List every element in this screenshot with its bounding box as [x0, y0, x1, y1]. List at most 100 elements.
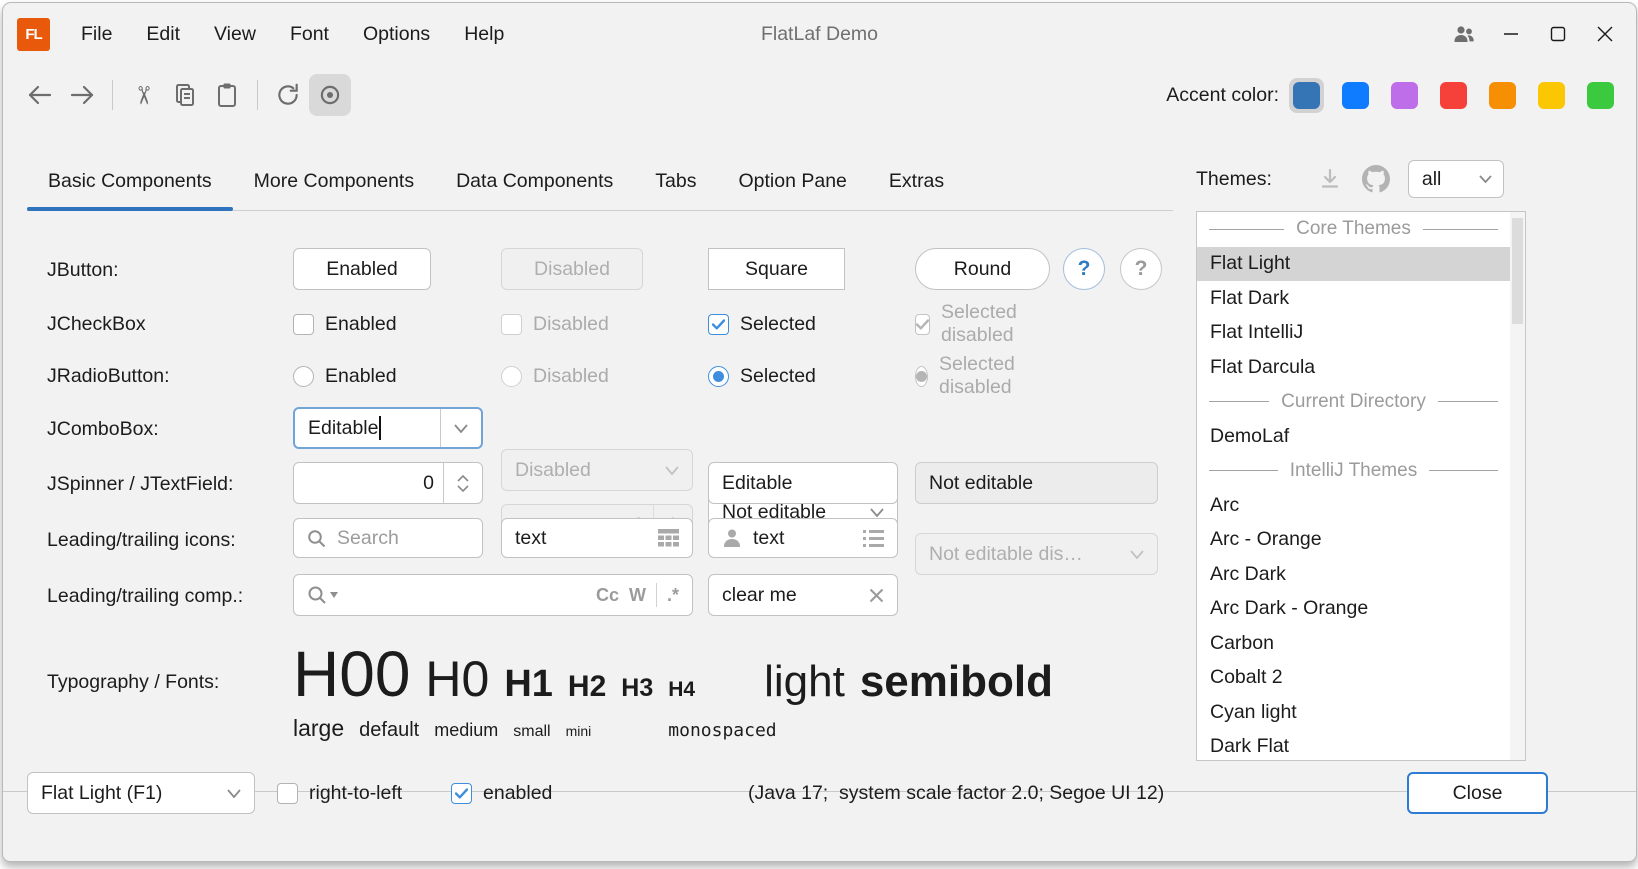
- themes-label: Themes:: [1196, 168, 1272, 191]
- radio-label: Selected disabled: [939, 353, 1023, 399]
- square-button[interactable]: Square: [708, 248, 845, 290]
- checkbox-label: Disabled: [533, 313, 609, 336]
- download-themes-button[interactable]: [1318, 167, 1342, 191]
- text-field-calendar[interactable]: text: [501, 518, 693, 558]
- checkbox-checked-icon[interactable]: [451, 783, 472, 804]
- textfield-value: Not editable: [929, 472, 1033, 495]
- textfield-value: text: [753, 527, 784, 550]
- tab-more-components[interactable]: More Components: [233, 154, 435, 210]
- regex-button[interactable]: .*: [667, 585, 679, 606]
- accent-swatch[interactable]: [1587, 82, 1614, 109]
- theme-item-flat-dark[interactable]: Flat Dark: [1197, 281, 1510, 316]
- search-field-with-options[interactable]: Cc W .*: [293, 574, 693, 616]
- theme-item-arc-dark[interactable]: Arc Dark: [1197, 557, 1510, 592]
- clear-icon[interactable]: [869, 588, 884, 603]
- toolbar-separator: [112, 80, 113, 110]
- search-field[interactable]: Search: [293, 518, 483, 558]
- paste-button[interactable]: [206, 74, 248, 116]
- minimize-button[interactable]: [1487, 13, 1534, 55]
- accent-swatch[interactable]: [1293, 82, 1320, 109]
- theme-item-dark-flat[interactable]: Dark Flat: [1197, 730, 1510, 762]
- theme-item-flat-darcula[interactable]: Flat Darcula: [1197, 350, 1510, 385]
- round-button[interactable]: Round: [915, 248, 1050, 290]
- spinner[interactable]: 0: [293, 462, 483, 504]
- laf-combobox[interactable]: Flat Light (F1): [27, 772, 255, 814]
- menu-view[interactable]: View: [197, 3, 273, 65]
- text-field-person[interactable]: text: [708, 518, 898, 558]
- tab-extras[interactable]: Extras: [868, 154, 965, 210]
- forward-button[interactable]: [61, 74, 103, 116]
- accent-swatch[interactable]: [1440, 82, 1467, 109]
- help-button[interactable]: ?: [1063, 248, 1105, 290]
- github-link-button[interactable]: [1362, 165, 1390, 193]
- radio-enabled[interactable]: Enabled: [293, 361, 397, 391]
- show-hidden-toggle[interactable]: [309, 74, 351, 116]
- enabled-checkbox[interactable]: enabled: [451, 778, 552, 808]
- combobox-editable[interactable]: Editable: [293, 407, 483, 449]
- app-window: FL File Edit View Font Options Help Flat…: [2, 2, 1637, 862]
- list-icon[interactable]: [863, 530, 884, 547]
- accent-swatch[interactable]: [1489, 82, 1516, 109]
- accent-swatch-selected[interactable]: [1289, 78, 1324, 113]
- checkbox-enabled[interactable]: Enabled: [293, 309, 397, 339]
- theme-item-flat-intellij[interactable]: Flat IntelliJ: [1197, 316, 1510, 351]
- clearable-field[interactable]: clear me: [708, 574, 898, 616]
- textfield-editable[interactable]: Editable: [708, 462, 898, 504]
- theme-item-arc-orange[interactable]: Arc - Orange: [1197, 523, 1510, 558]
- whole-words-button[interactable]: W: [629, 585, 646, 606]
- chevron-down-icon: [454, 424, 468, 433]
- theme-item-arc[interactable]: Arc: [1197, 488, 1510, 523]
- calendar-icon[interactable]: [658, 529, 679, 548]
- rtl-checkbox[interactable]: right-to-left: [277, 778, 402, 808]
- radio-selected[interactable]: Selected: [708, 361, 816, 391]
- menu-edit[interactable]: Edit: [129, 3, 197, 65]
- tab-basic-components[interactable]: Basic Components: [27, 154, 233, 210]
- checkbox-icon: [501, 314, 522, 335]
- checkbox-icon[interactable]: [277, 783, 298, 804]
- menu-file[interactable]: File: [64, 3, 129, 65]
- tab-data-components[interactable]: Data Components: [435, 154, 634, 210]
- accent-swatch[interactable]: [1391, 82, 1418, 109]
- theme-item-demolaf[interactable]: DemoLaf: [1197, 419, 1510, 454]
- refresh-button[interactable]: [267, 74, 309, 116]
- accent-swatch[interactable]: [1538, 82, 1565, 109]
- cut-button[interactable]: ✂: [122, 74, 164, 116]
- radio-selected-icon[interactable]: [708, 366, 729, 387]
- checkbox-selected[interactable]: Selected: [708, 309, 816, 339]
- close-button[interactable]: Close: [1407, 772, 1548, 814]
- theme-item-arc-dark-orange[interactable]: Arc Dark - Orange: [1197, 592, 1510, 627]
- menu-options[interactable]: Options: [346, 3, 447, 65]
- tab-tabs[interactable]: Tabs: [634, 154, 717, 210]
- copy-button[interactable]: [164, 74, 206, 116]
- theme-group-separator: IntelliJ Themes: [1197, 454, 1510, 489]
- back-button[interactable]: [19, 74, 61, 116]
- theme-item-flat-light[interactable]: Flat Light: [1197, 247, 1510, 282]
- tab-option-pane[interactable]: Option Pane: [717, 154, 867, 210]
- checkbox-checked-icon[interactable]: [708, 314, 729, 335]
- checkbox-icon[interactable]: [293, 314, 314, 335]
- themes-filter-value: all: [1422, 168, 1442, 191]
- menu-font[interactable]: Font: [273, 3, 346, 65]
- theme-item-cyan-light[interactable]: Cyan light: [1197, 695, 1510, 730]
- checkbox-label: Enabled: [325, 313, 397, 336]
- textfield-value: Editable: [722, 472, 792, 495]
- themes-scrollbar[interactable]: [1510, 212, 1525, 760]
- match-case-button[interactable]: Cc: [596, 585, 619, 606]
- large-specimen: large: [293, 715, 344, 742]
- scrollbar-thumb[interactable]: [1512, 218, 1523, 324]
- enabled-button[interactable]: Enabled: [293, 248, 431, 290]
- chevron-down-icon: [1479, 175, 1492, 183]
- maximize-button[interactable]: [1534, 13, 1581, 55]
- rtl-label: right-to-left: [309, 782, 402, 805]
- radio-icon[interactable]: [293, 366, 314, 387]
- menu-help[interactable]: Help: [447, 3, 521, 65]
- users-icon[interactable]: [1440, 13, 1487, 55]
- theme-item-cobalt-2[interactable]: Cobalt 2: [1197, 661, 1510, 696]
- spinner-value[interactable]: 0: [423, 472, 434, 495]
- accent-swatch[interactable]: [1342, 82, 1369, 109]
- theme-item-carbon[interactable]: Carbon: [1197, 626, 1510, 661]
- search-menu-button[interactable]: [307, 585, 338, 605]
- close-window-button[interactable]: [1581, 13, 1628, 55]
- themes-filter-combobox[interactable]: all: [1408, 160, 1504, 198]
- spinner-buttons[interactable]: [443, 463, 482, 503]
